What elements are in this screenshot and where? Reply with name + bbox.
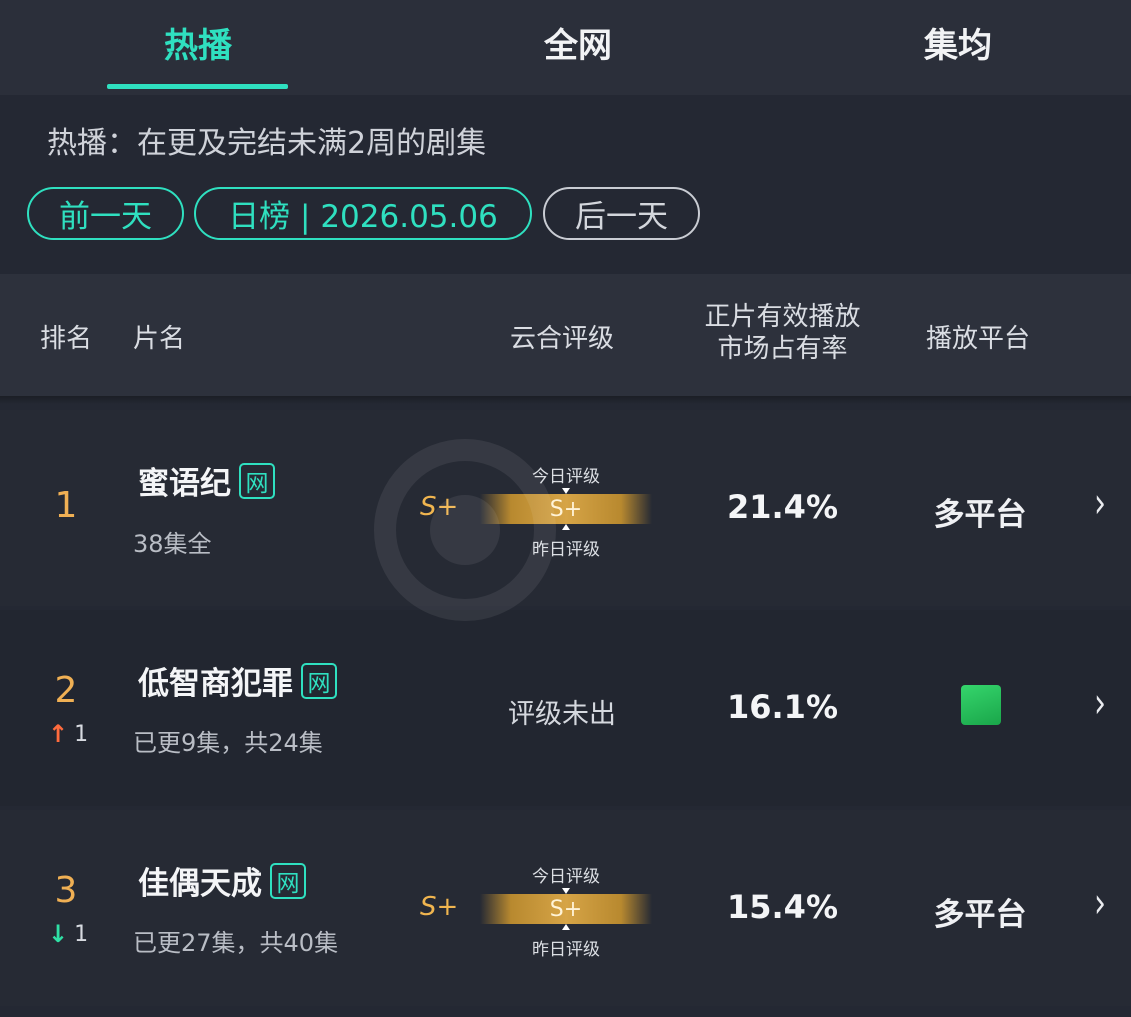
rating-today-label: 今日评级 (532, 867, 600, 887)
web-series-badge: 网 (239, 462, 275, 499)
rank-change: ↑ 1 (48, 720, 88, 748)
header-platform: 播放平台 (926, 324, 1031, 354)
today-marker (562, 488, 570, 494)
rating-today-label: 今日评级 (532, 467, 600, 487)
rank-change: ↓ 1 (48, 920, 88, 948)
next-day-button[interactable]: 后一天 (543, 187, 700, 240)
yesterday-marker (562, 524, 570, 530)
drama-title: 低智商犯罪 网 (138, 658, 337, 703)
table-header: 排名 片名 云合评级 正片有效播放 市场占有率 播放平台 (0, 274, 1131, 396)
platform-label: 多平台 (933, 897, 1027, 933)
episode-count: 已更27集，共40集 (133, 929, 339, 957)
table-row[interactable]: 3 ↓ 1 佳偶天成 网 已更27集，共40集 S+ 今日评级 S+ 昨日评级 … (0, 810, 1131, 1006)
rating-bar: S+ (480, 488, 652, 530)
chevron-right-icon[interactable]: › (1094, 679, 1106, 728)
rating-grade: S+ (420, 892, 459, 922)
header-market-share: 正片有效播放 市场占有率 (690, 301, 875, 365)
rating-bar-value: S+ (549, 896, 583, 922)
rank-change-value: 1 (74, 921, 89, 947)
rank-change-value: 1 (74, 721, 89, 747)
market-share-value: 16.1% (726, 688, 838, 726)
market-share-value: 21.4% (726, 488, 838, 526)
drama-title-text: 蜜语纪 (138, 466, 231, 502)
rating-yesterday-label: 昨日评级 (532, 940, 600, 960)
table-row[interactable]: 2 ↑ 1 低智商犯罪 网 已更9集，共24集 评级未出 16.1% › (0, 610, 1131, 806)
rank-number: 3 (54, 870, 78, 911)
web-series-badge: 网 (301, 662, 337, 699)
rating-bar: S+ (480, 888, 652, 930)
tab-all-network[interactable]: 全网 (488, 18, 668, 67)
table-row[interactable]: 1 蜜语纪 网 38集全 S+ 今日评级 S+ 昨日评级 21.4% 多平台 › (0, 410, 1131, 606)
header-divider (0, 396, 1131, 404)
rank-number: 2 (54, 670, 78, 711)
current-date-button[interactable]: 日榜 | 2026.05.06 (194, 187, 532, 240)
header-market-share-line1: 正片有效播放 (704, 302, 861, 332)
rating-pending: 评级未出 (508, 699, 616, 730)
drama-title: 蜜语纪 网 (138, 458, 275, 503)
tab-hot[interactable]: 热播 (108, 18, 288, 67)
web-series-badge: 网 (270, 862, 306, 899)
header-rating: 云合评级 (510, 324, 615, 354)
today-marker (562, 888, 570, 894)
rating-grade: S+ (420, 492, 459, 522)
arrow-down-icon: ↓ (48, 920, 69, 948)
platform-label: 多平台 (933, 497, 1027, 533)
platform-app-icon (961, 685, 1001, 725)
drama-title-text: 佳偶天成 (138, 866, 262, 902)
drama-title: 佳偶天成 网 (138, 858, 306, 903)
rating-bar-value: S+ (549, 496, 583, 522)
episode-count: 38集全 (133, 530, 212, 558)
active-tab-indicator (107, 84, 288, 89)
tab-bar: 热播 全网 集均 (0, 0, 1131, 95)
tab-episode-average[interactable]: 集均 (868, 18, 1048, 67)
chevron-right-icon[interactable]: › (1094, 879, 1106, 928)
rating-yesterday-label: 昨日评级 (532, 540, 600, 560)
drama-title-text: 低智商犯罪 (138, 666, 293, 702)
header-market-share-line2: 市场占有率 (717, 334, 848, 364)
episode-count: 已更9集，共24集 (133, 729, 323, 757)
rank-number: 1 (54, 485, 78, 526)
header-title: 片名 (133, 324, 186, 354)
list-description: 热播：在更及完结未满2周的剧集 (47, 126, 487, 161)
arrow-up-icon: ↑ (48, 720, 69, 748)
prev-day-button[interactable]: 前一天 (27, 187, 184, 240)
market-share-value: 15.4% (726, 888, 838, 926)
header-rank: 排名 (40, 324, 93, 354)
chevron-right-icon[interactable]: › (1094, 479, 1106, 528)
yesterday-marker (562, 924, 570, 930)
